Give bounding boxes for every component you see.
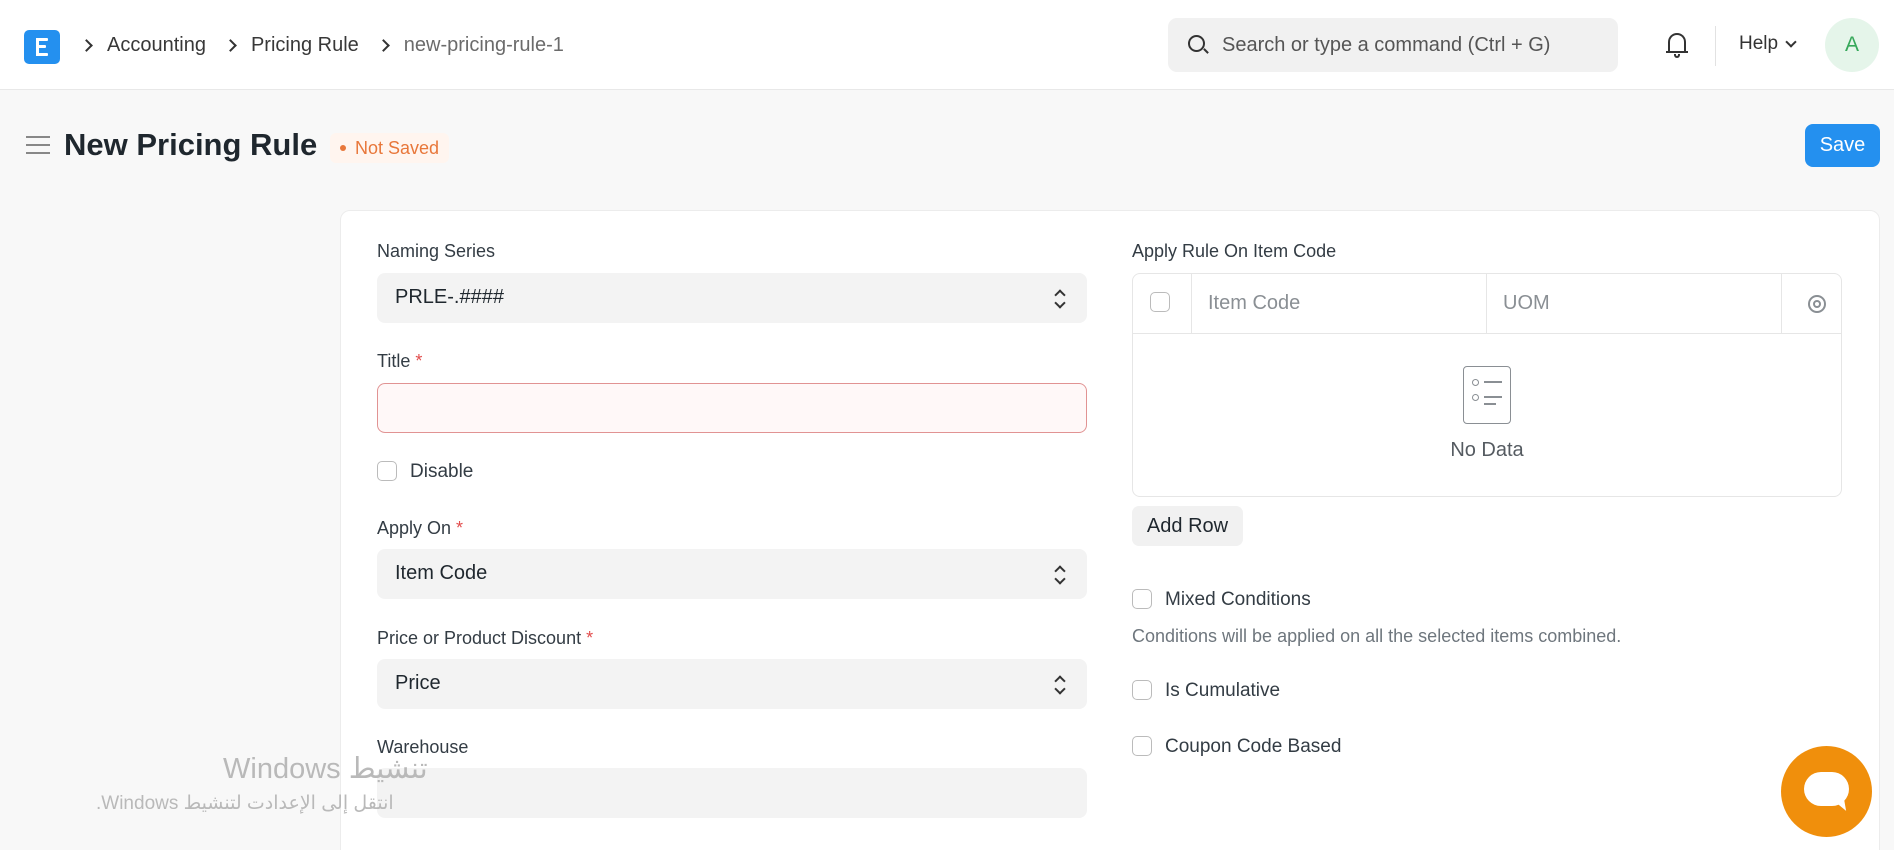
price-discount-select[interactable]: Price bbox=[377, 659, 1087, 709]
notification-bell-icon[interactable] bbox=[1666, 30, 1688, 58]
mixed-conditions-checkbox[interactable] bbox=[1132, 589, 1152, 609]
disable-checkbox[interactable] bbox=[377, 461, 397, 481]
is-cumulative-label: Is Cumulative bbox=[1165, 680, 1281, 701]
apply-on-select[interactable]: Item Code bbox=[377, 549, 1087, 599]
help-menu[interactable]: Help bbox=[1739, 33, 1778, 55]
column-uom-label: UOM bbox=[1503, 292, 1550, 314]
status-badge: Not Saved bbox=[330, 133, 450, 163]
breadcrumb: Accounting Pricing Rule new-pricing-rule… bbox=[80, 30, 582, 60]
naming-series-select[interactable]: PRLE-.#### bbox=[377, 273, 1087, 323]
watermark-title: تنشيط Windows bbox=[223, 753, 428, 785]
no-data-text: No Data bbox=[1450, 439, 1524, 461]
page-title: New Pricing Rule bbox=[64, 127, 318, 162]
coupon-code-checkbox[interactable] bbox=[1132, 736, 1152, 756]
apply-on-label: Apply On * bbox=[377, 518, 463, 539]
status-text: Not Saved bbox=[355, 137, 440, 158]
table-header: Item Code UOM bbox=[1133, 274, 1841, 334]
chevron-right-icon bbox=[376, 38, 390, 52]
add-row-button[interactable]: Add Row bbox=[1132, 506, 1243, 546]
breadcrumb-accounting[interactable]: Accounting bbox=[107, 34, 206, 57]
column-item-code-label: Item Code bbox=[1208, 292, 1301, 314]
mixed-conditions-label: Mixed Conditions bbox=[1165, 589, 1311, 610]
required-mark: * bbox=[456, 518, 464, 538]
chevron-right-icon bbox=[80, 38, 93, 52]
apply-on-label-text: Apply On bbox=[377, 518, 452, 538]
select-arrows-icon bbox=[1055, 288, 1065, 308]
no-data-icon bbox=[1463, 366, 1511, 424]
title-input[interactable] bbox=[377, 383, 1087, 433]
search-icon bbox=[1188, 35, 1205, 52]
breadcrumb-pricing-rule[interactable]: Pricing Rule bbox=[251, 34, 359, 57]
warehouse-input[interactable] bbox=[377, 768, 1087, 818]
disable-label: Disable bbox=[410, 461, 474, 482]
is-cumulative-checkbox[interactable] bbox=[1132, 680, 1152, 700]
price-discount-label-text: Price or Product Discount bbox=[377, 628, 582, 648]
chevron-down-icon[interactable] bbox=[1785, 36, 1797, 48]
price-discount-value: Price bbox=[395, 672, 441, 694]
select-all-cell bbox=[1133, 274, 1192, 333]
gear-icon[interactable] bbox=[1808, 295, 1826, 313]
apply-rule-label: Apply Rule On Item Code bbox=[1132, 241, 1337, 261]
select-arrows-icon bbox=[1055, 674, 1065, 694]
column-item-code: Item Code bbox=[1192, 274, 1487, 333]
apply-rule-table: Item Code UOM No Data bbox=[1132, 273, 1842, 497]
breadcrumb-current[interactable]: new-pricing-rule-1 bbox=[404, 34, 564, 57]
select-arrows-icon bbox=[1055, 564, 1065, 584]
apply-on-value: Item Code bbox=[395, 562, 488, 584]
search-input[interactable]: Search or type a command (Ctrl + G) bbox=[1168, 18, 1618, 72]
title-label-text: Title bbox=[377, 351, 411, 371]
mixed-conditions-description: Conditions will be applied on all the se… bbox=[1132, 626, 1622, 646]
title-label: Title * bbox=[377, 351, 422, 372]
search-placeholder: Search or type a command (Ctrl + G) bbox=[1222, 34, 1551, 56]
save-button[interactable]: Save bbox=[1805, 124, 1880, 167]
select-all-checkbox[interactable] bbox=[1150, 292, 1170, 312]
required-mark: * bbox=[586, 628, 594, 648]
column-settings[interactable] bbox=[1782, 274, 1841, 333]
price-discount-label: Price or Product Discount * bbox=[377, 628, 593, 649]
divider bbox=[1715, 26, 1716, 66]
sidebar-toggle-icon[interactable] bbox=[26, 135, 50, 155]
status-dot-icon bbox=[340, 145, 346, 151]
avatar[interactable]: A bbox=[1825, 18, 1879, 72]
naming-series-label: Naming Series bbox=[377, 241, 496, 261]
required-mark: * bbox=[415, 351, 423, 371]
naming-series-value: PRLE-.#### bbox=[395, 286, 504, 308]
watermark-subtitle: انتقل إلى الإعدادت لتنشيط Windows. bbox=[96, 793, 394, 814]
chevron-right-icon bbox=[224, 38, 237, 52]
navbar: Accounting Pricing Rule new-pricing-rule… bbox=[0, 0, 1894, 90]
column-uom: UOM bbox=[1487, 274, 1782, 333]
app-logo[interactable] bbox=[24, 30, 60, 64]
coupon-code-label: Coupon Code Based bbox=[1165, 736, 1342, 757]
chat-widget-button[interactable] bbox=[1781, 746, 1872, 837]
